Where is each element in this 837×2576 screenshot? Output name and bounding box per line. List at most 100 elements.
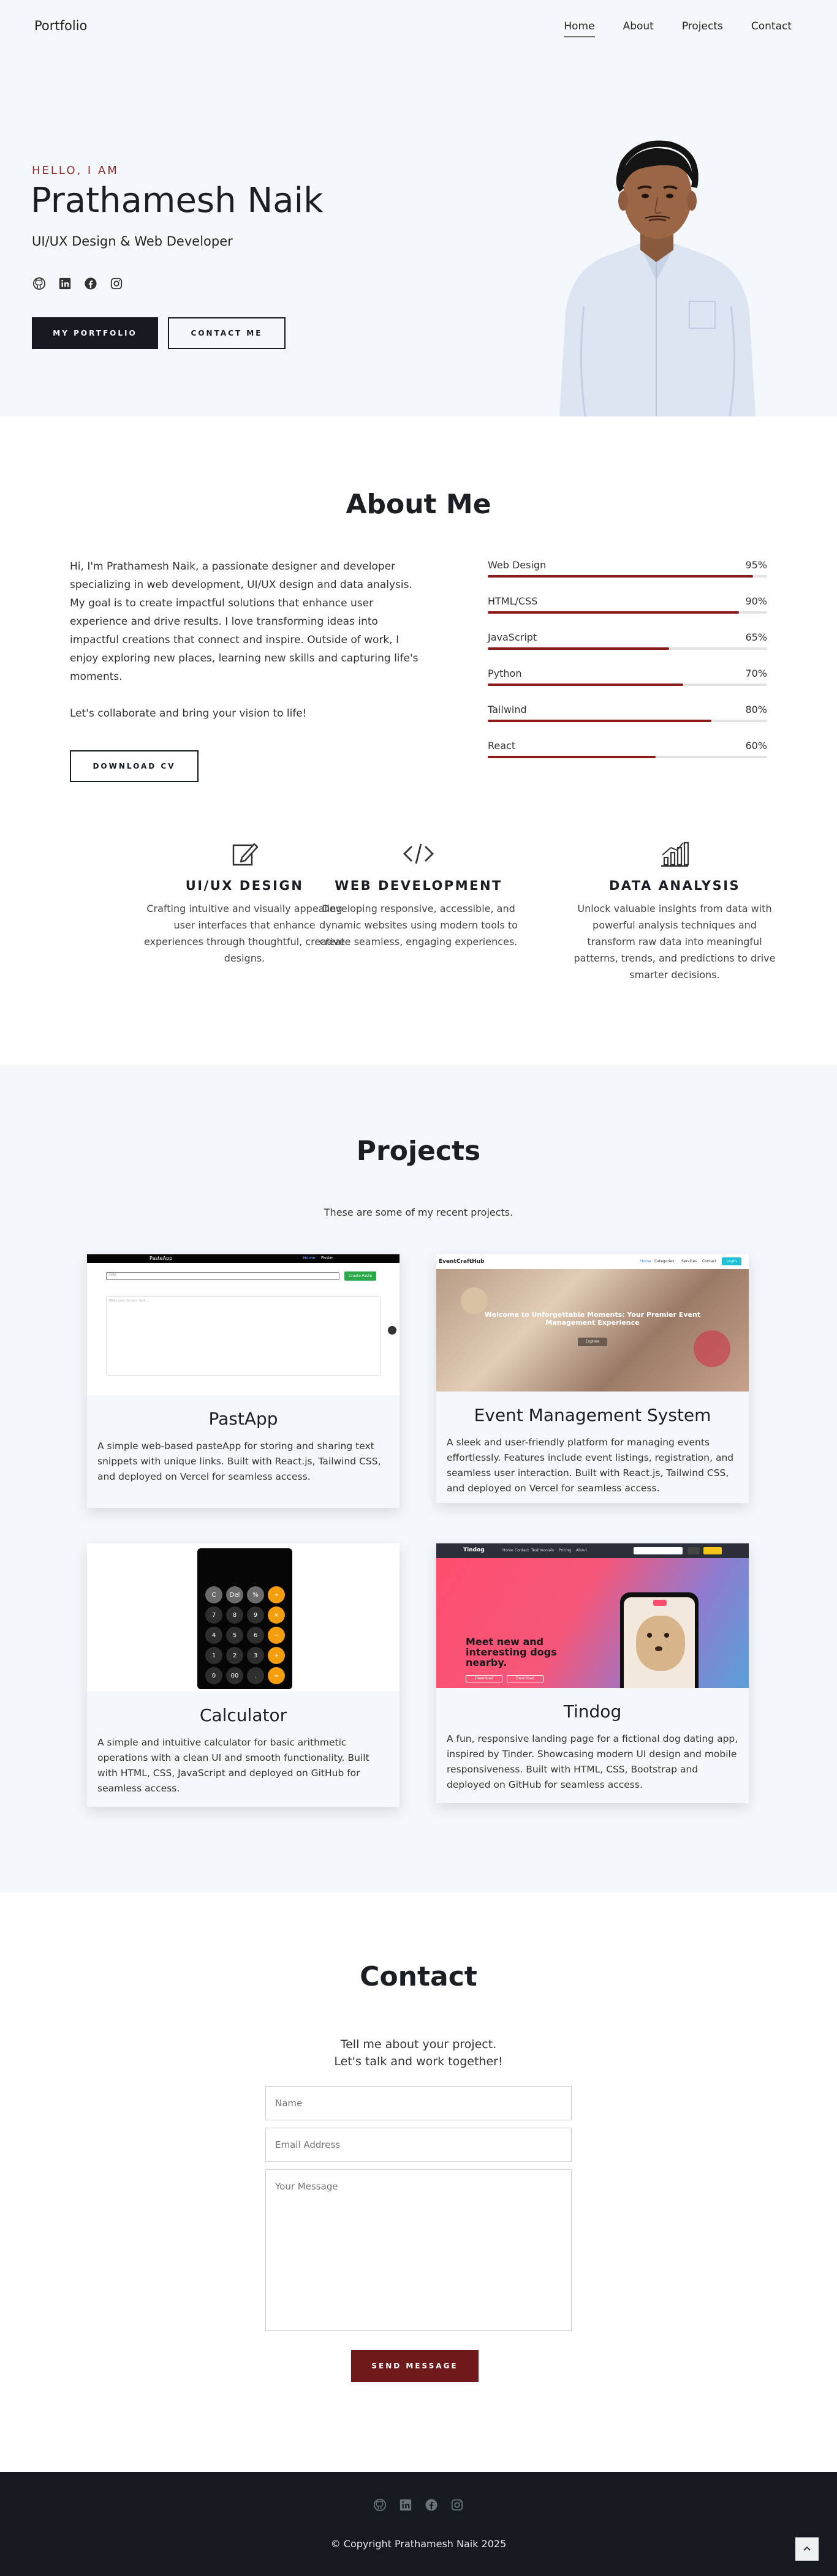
about-title: About Me — [346, 489, 491, 520]
service-text: Developing responsive, accessible, and d… — [319, 903, 518, 947]
project-card-pastapp[interactable]: PasteApp Home Paste Title Create Paste W… — [87, 1254, 400, 1508]
project-screenshot: C Del% ÷ 7 8 9 × 4 5 6− 1 2 3 +0 00. = — [87, 1543, 400, 1692]
screenshot-nav: Pricing — [559, 1548, 572, 1553]
screenshot-nav: Categories — [654, 1259, 675, 1264]
nav-link-contact[interactable]: Contact — [751, 20, 792, 37]
nav-link-projects[interactable]: Projects — [682, 20, 723, 37]
skill-bar — [488, 720, 767, 722]
screenshot-navbar: PasteApp Home Paste — [87, 1254, 400, 1263]
skill-javascript: JavaScript 65% — [488, 631, 767, 668]
screenshot-search — [634, 1547, 683, 1554]
screenshot-nav: Paste — [321, 1256, 333, 1260]
project-card-calculator[interactable]: C Del% ÷ 7 8 9 × 4 5 6− 1 2 3 +0 00. = Calculator A sim… — [87, 1543, 400, 1807]
download-cv-button[interactable]: DOWNLOAD CV — [70, 750, 199, 782]
skill-bar — [488, 647, 767, 650]
skill-bar-fill — [488, 684, 684, 686]
nav-link-home[interactable]: Home — [564, 20, 595, 37]
skill-percent: 60% — [745, 740, 767, 751]
screenshot-nav: Home — [640, 1259, 651, 1264]
linkedin-icon[interactable] — [398, 2498, 413, 2512]
skill-percent: 95% — [745, 559, 767, 571]
dog-shape — [636, 1616, 685, 1671]
nav-link-about[interactable]: About — [623, 20, 654, 37]
flower-shape — [694, 1330, 730, 1367]
calculator-key: − — [268, 1627, 285, 1644]
skill-name: React — [488, 740, 516, 751]
facebook-icon[interactable] — [424, 2498, 439, 2512]
screenshot-nav: Home — [303, 1256, 316, 1260]
profile-photo — [547, 129, 766, 416]
projects-lead: These are some of my recent projects. — [324, 1207, 513, 1218]
skill-bar-fill — [488, 647, 670, 650]
github-icon[interactable] — [373, 2498, 387, 2512]
analytics-icon — [574, 839, 776, 868]
screenshot-textarea: Write your content here... — [106, 1296, 381, 1376]
about-section: About Me Hi, I'm Prathamesh Naik, a pass… — [0, 416, 837, 1064]
screenshot-brand: Tindog — [463, 1547, 485, 1553]
hero-kicker: HELLO, I AM — [32, 164, 119, 177]
skill-name: Python — [488, 668, 522, 679]
skill-bar — [488, 756, 767, 758]
calculator-key: = — [268, 1667, 285, 1684]
name-field[interactable] — [265, 2086, 572, 2120]
screenshot-calculator: C Del% ÷ 7 8 9 × 4 5 6− 1 2 3 +0 00. = — [197, 1548, 292, 1689]
project-title: Tindog — [563, 1701, 622, 1722]
project-card-tindog[interactable]: Tindog Home Contact Testimonials Pricing… — [436, 1543, 749, 1803]
skill-percent: 65% — [745, 631, 767, 643]
calculator-key: 2 — [226, 1647, 243, 1664]
skill-percent: 80% — [745, 704, 767, 715]
instagram-icon[interactable] — [109, 276, 124, 291]
contact-lead-line-1: Tell me about your project. — [340, 2038, 497, 2051]
calculator-key: 9 — [247, 1606, 264, 1624]
skill-bar-fill — [488, 611, 740, 614]
project-card-event-management[interactable]: EventCraftHub Home Categories Services C… — [436, 1254, 749, 1503]
screenshot-headline: Meet new and interesting dogs nearby. — [466, 1636, 557, 1668]
screenshot-nav-button — [687, 1547, 700, 1554]
project-description: A simple and intuitive calculator for ba… — [97, 1737, 369, 1794]
skill-react: React 60% — [488, 740, 767, 776]
hero-social-links — [32, 276, 124, 291]
calculator-keypad: C Del% ÷ 7 8 9 × 4 5 6− 1 2 3 +0 00. = — [205, 1586, 285, 1684]
linkedin-icon[interactable] — [58, 276, 72, 291]
skill-bar — [488, 684, 767, 686]
service-title: WEB DEVELOPMENT — [335, 878, 502, 893]
skill-bar-fill — [488, 756, 656, 758]
screenshot-hero-image: Welcome to Unforgettable Moments: Your P… — [436, 1269, 749, 1392]
skill-name: HTML/CSS — [488, 595, 538, 607]
facebook-icon[interactable] — [83, 276, 98, 291]
hero-name: Prathamesh Naik — [31, 181, 324, 220]
contact-me-button[interactable]: CONTACT ME — [168, 317, 286, 349]
footer-social-links — [0, 2498, 837, 2512]
hero-section: HELLO, I AM Prathamesh Naik UI/UX Design… — [0, 55, 837, 416]
my-portfolio-button[interactable]: MY PORTFOLIO — [32, 317, 158, 349]
screenshot-nav: Contact — [515, 1548, 529, 1553]
calculator-key: + — [268, 1647, 285, 1664]
back-to-top-button[interactable] — [795, 2537, 819, 2561]
hero-buttons: MY PORTFOLIO CONTACT ME — [32, 317, 286, 349]
brand-logo[interactable]: Portfolio — [34, 18, 87, 33]
contact-section: Contact Tell me about your project. Let'… — [0, 1892, 837, 2472]
edit-icon — [143, 839, 346, 868]
calculator-key: 4 — [205, 1627, 222, 1644]
screenshot-phone — [620, 1592, 699, 1688]
email-field[interactable] — [265, 2128, 572, 2162]
screenshot-nav: Contact — [702, 1259, 717, 1264]
copyright-text: © Copyright Prathamesh Naik 2025 — [330, 2538, 507, 2550]
hero-subtitle: UI/UX Design & Web Developer — [32, 234, 233, 249]
send-message-button[interactable]: SEND MESSAGE — [351, 2350, 479, 2382]
calculator-key: 1 — [205, 1647, 222, 1664]
skill-bar-fill — [488, 720, 711, 722]
service-title: UI/UX DESIGN — [185, 878, 304, 893]
calculator-key: 8 — [226, 1606, 243, 1624]
project-title: Event Management System — [474, 1405, 711, 1425]
screenshot-title-input: Title — [106, 1272, 339, 1280]
navbar: Portfolio Home About Projects Contact — [0, 0, 837, 55]
project-title: PastApp — [208, 1409, 278, 1429]
github-icon[interactable] — [32, 276, 47, 291]
phone-logo — [653, 1600, 667, 1606]
instagram-icon[interactable] — [450, 2498, 464, 2512]
calculator-key: . — [247, 1667, 264, 1684]
skills-list: Web Design 95% HTML/CSS 90% JavaScript 6… — [488, 559, 767, 776]
message-field[interactable] — [265, 2169, 572, 2331]
skill-tailwind: Tailwind 80% — [488, 704, 767, 740]
